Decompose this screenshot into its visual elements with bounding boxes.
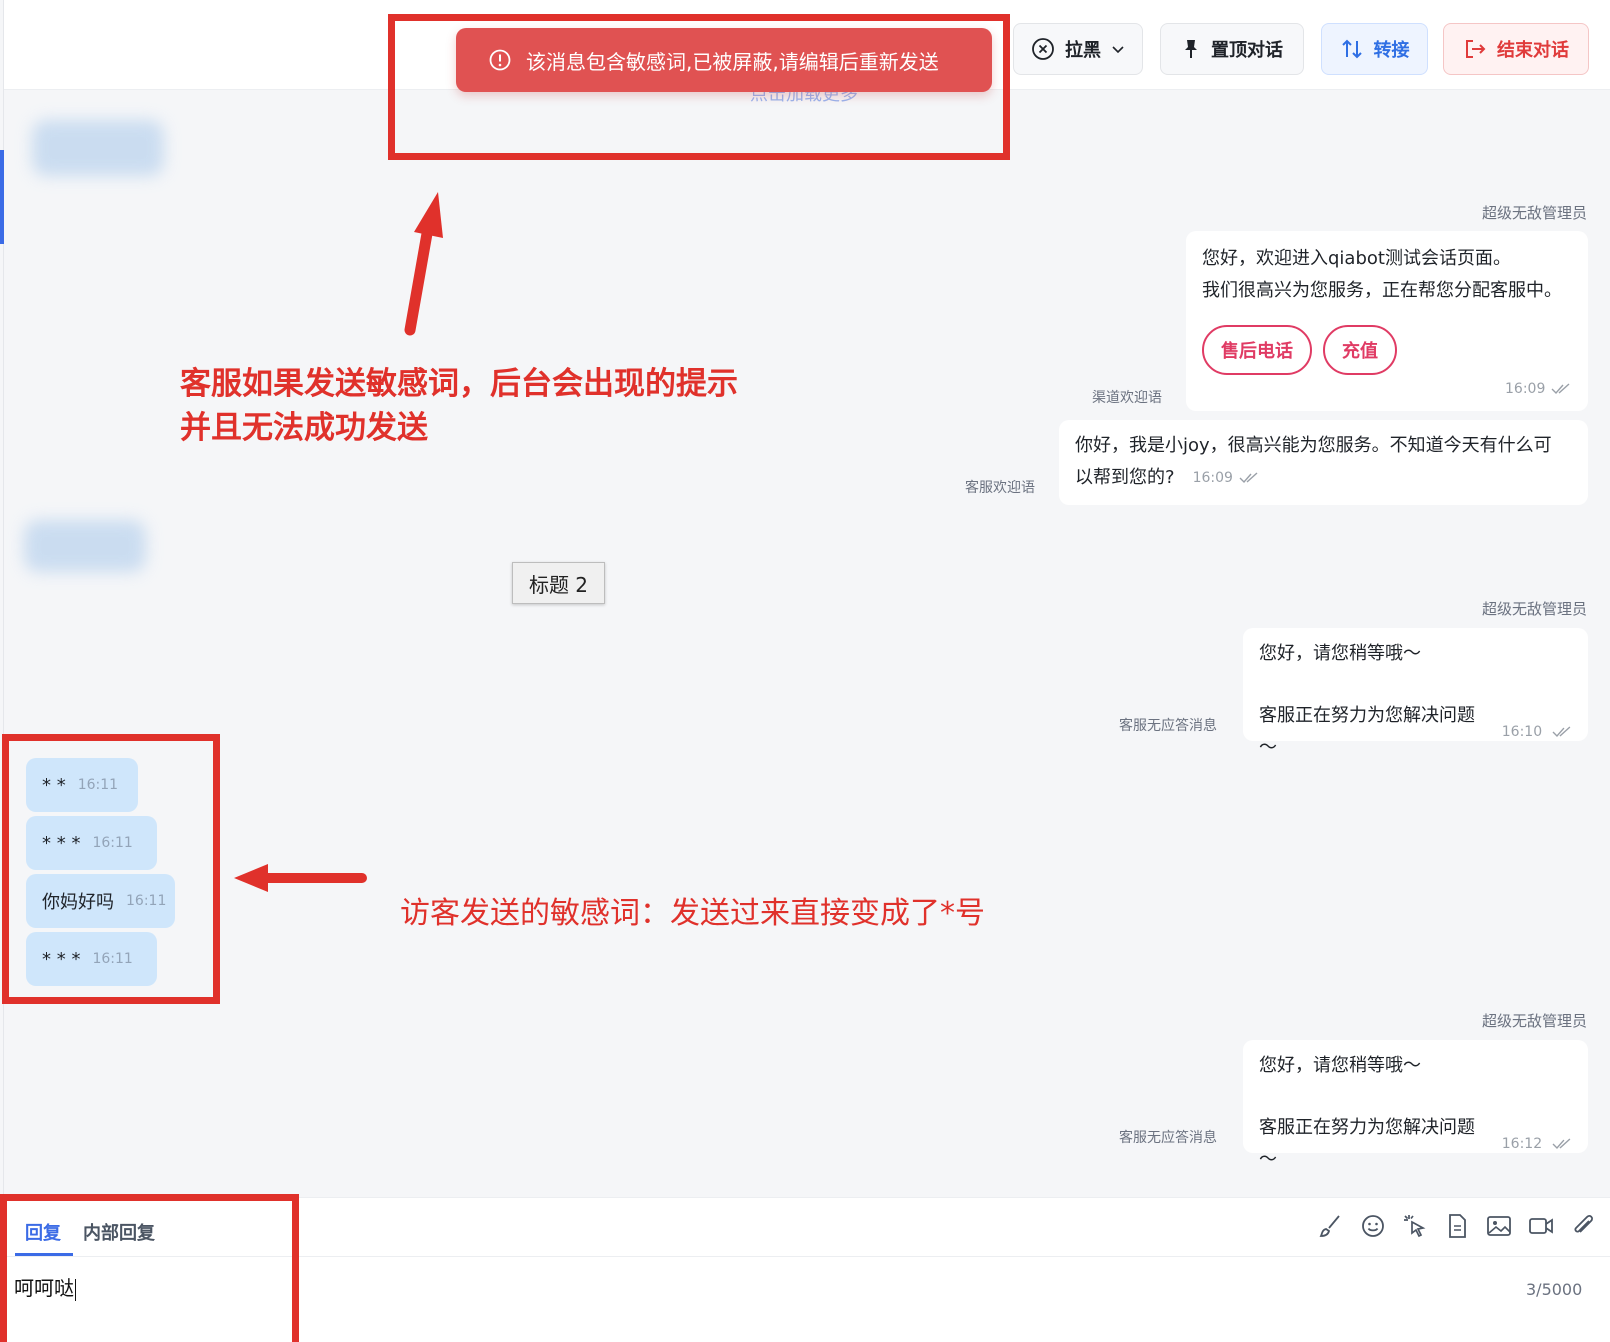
visitor-avatar-blurred [32, 120, 164, 176]
annotation-box-visitor [2, 734, 220, 1004]
agent-welcome-line-1: 你好，我是小joy，很高兴能为您服务。不知道今天有什么可 [1075, 435, 1552, 456]
conversation-accent-bar [0, 150, 4, 244]
message-caption: 客服无应答消息 [1119, 718, 1217, 734]
chevron-down-icon [1112, 46, 1124, 54]
end-conversation-button[interactable]: 结束对话 [1443, 23, 1589, 75]
double-check-icon [1551, 383, 1570, 395]
recharge-button[interactable]: 充值 [1323, 325, 1397, 375]
annotation-agent-line2: 并且无法成功发送 [180, 410, 428, 446]
attachment-icon[interactable] [1569, 1212, 1597, 1240]
no-reply-bubble: 您好，请您稍等哦～ 客服正在努力为您解决问题～ 16:10 [1243, 628, 1588, 758]
block-button[interactable]: 拉黑 [1013, 23, 1143, 75]
image-icon[interactable] [1485, 1212, 1513, 1240]
no-reply-time: 16:12 [1501, 1136, 1543, 1152]
character-counter: 3/5000 [1526, 1280, 1583, 1299]
no-reply-line-2: 客服正在努力为您解决问题～ [1259, 705, 1475, 758]
heading-2-tag: 标题 2 [512, 562, 605, 604]
welcome-line-1: 您好，欢迎进入qiabot测试会话页面。 [1202, 248, 1511, 269]
annotation-box-toast [388, 14, 1010, 160]
message-caption: 渠道欢迎语 [1092, 390, 1162, 406]
double-check-icon [1552, 726, 1571, 737]
welcome-time: 16:09 [1505, 381, 1571, 397]
transfer-icon [1341, 39, 1362, 59]
double-check-icon [1239, 472, 1258, 484]
close-circle-icon [1032, 38, 1054, 60]
end-label: 结束对话 [1497, 40, 1569, 61]
message-caption: 客服欢迎语 [965, 480, 1035, 496]
annotation-box-composer [0, 1194, 299, 1342]
video-icon[interactable] [1527, 1212, 1555, 1240]
double-check-icon [1552, 1138, 1571, 1149]
no-reply-bubble: 您好，请您稍等哦～ 客服正在努力为您解决问题～ 16:12 [1243, 1040, 1588, 1170]
message-author: 超级无敌管理员 [1481, 1012, 1587, 1030]
pin-label: 置顶对话 [1211, 40, 1283, 61]
no-reply-time: 16:10 [1501, 724, 1543, 740]
pin-icon [1185, 40, 1197, 58]
agent-welcome-line-2: 以帮到您的? [1075, 467, 1175, 488]
pointer-icon[interactable] [1401, 1212, 1429, 1240]
document-icon[interactable] [1443, 1212, 1471, 1240]
no-reply-line-1: 您好，请您稍等哦～ [1259, 643, 1421, 664]
agent-welcome-time: 16:09 [1192, 470, 1233, 486]
message-author: 超级无敌管理员 [1481, 204, 1587, 222]
after-sales-phone-button[interactable]: 售后电话 [1202, 325, 1312, 375]
annotation-arrow-up [404, 192, 443, 336]
transfer-button[interactable]: 转接 [1321, 23, 1428, 75]
annotation-agent-line1: 客服如果发送敏感词，后台会出现的提示 [180, 366, 738, 402]
agent-welcome-bubble: 你好，我是小joy，很高兴能为您服务。不知道今天有什么可 以帮到您的? 16:0… [1059, 420, 1588, 505]
emoji-icon[interactable] [1359, 1212, 1387, 1240]
no-reply-line-2: 客服正在努力为您解决问题～ [1259, 1117, 1475, 1170]
pin-conversation-button[interactable]: 置顶对话 [1160, 23, 1304, 75]
annotation-arrow-left [234, 864, 367, 892]
block-label: 拉黑 [1065, 40, 1101, 61]
no-reply-line-1: 您好，请您稍等哦～ [1259, 1055, 1421, 1076]
annotation-visitor: 访客发送的敏感词：发送过来直接变成了*号 [400, 896, 985, 931]
logout-icon [1466, 40, 1486, 58]
welcome-line-2: 我们很高兴为您服务，正在帮您分配客服中。 [1202, 280, 1562, 301]
brush-icon[interactable] [1317, 1212, 1345, 1240]
message-author: 超级无敌管理员 [1481, 600, 1587, 618]
transfer-label: 转接 [1373, 40, 1410, 61]
visitor-avatar-blurred [24, 520, 146, 572]
message-caption: 客服无应答消息 [1119, 1130, 1217, 1146]
